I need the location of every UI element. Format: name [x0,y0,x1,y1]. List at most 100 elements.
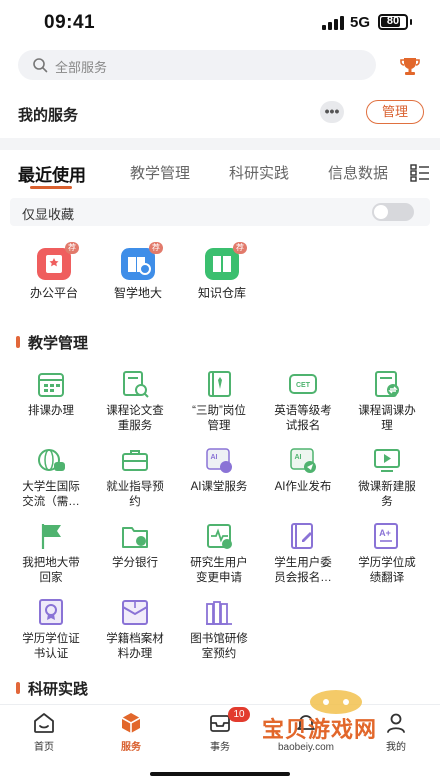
service-item[interactable]: 课程论文查 重服务 [94,368,176,444]
service-label-line: 理 [381,420,393,432]
recent-item-label: 办公平台 [29,286,78,300]
service-item[interactable]: A+ 学历学位成 绩翻译 [346,520,428,596]
archive-icon [122,600,148,625]
service-item[interactable]: 我把地大带 回家 [10,520,92,596]
service-label-line: 学生用户委 [274,557,332,569]
service-label-line: 约 [129,496,141,508]
nav-services[interactable]: 服务 [101,709,161,759]
battery-icon: 80 [378,14,408,30]
service-item[interactable]: AI AI课堂服务 [178,444,260,520]
service-item[interactable]: AI AI作业发布 [262,444,344,520]
nav-affairs[interactable]: 10 事务 [190,707,250,759]
service-item[interactable]: 大学生国际交流（需… [10,444,92,520]
service-item-label: 学生用户委员会报名… [264,556,342,586]
service-item-label: 排课办理 [12,404,90,419]
service-item[interactable]: 图书馆研修 室预约 [178,596,260,672]
svg-text:A+: A+ [379,528,391,538]
site-watermark: 宝贝游戏网 baobeiy.com [256,686,436,762]
service-item[interactable]: 研究生用户 变更申请 [178,520,260,596]
tie-book-icon [208,371,231,397]
service-label-line: 管理 [207,420,231,432]
service-label-line: 回家 [39,572,63,584]
status-time: 09:41 [44,12,96,33]
service-label-line: 研究生用户 [190,557,248,569]
service-item[interactable]: 学历学位证 书认证 [10,596,92,672]
search-icon [33,58,48,73]
service-item-label: 大学生国际交流（需… [12,480,90,510]
service-label-line: 学历学位证 [22,633,80,645]
tab-info-data[interactable]: 信息数据 [328,162,388,183]
grid-menu-icon[interactable] [410,164,430,182]
recent-item-knowledge[interactable]: 荐 知识仓库 [182,242,262,306]
signal-icon [322,16,344,30]
tab-recent[interactable]: 最近使用 [18,161,86,186]
service-label-line: 绩翻译 [369,572,405,584]
service-label-line: 图书馆研修 [190,633,248,645]
recent-item-smart-study[interactable]: 荐 智学地大 [98,242,178,306]
service-item-label: 课程调课办理 [348,404,426,434]
recommend-badge: 荐 [65,242,79,254]
nav-label: 事务 [210,742,230,753]
pulse-board-icon [207,524,232,549]
service-item[interactable]: 微课新建服务 [346,444,428,520]
service-item[interactable]: 学分银行 [94,520,176,596]
service-label-line: 英语等级考 [274,405,332,417]
favorites-toggle[interactable] [372,203,414,221]
edit-book-icon [291,523,313,549]
video-icon [374,449,400,472]
folder-icon [122,527,148,548]
service-item-label: 学历学位证 书认证 [12,632,90,662]
certificate-icon [39,599,63,625]
service-label-line: 学籍档案材 [106,633,164,645]
service-item-label: 学分银行 [96,556,174,571]
service-item[interactable]: CET 英语等级考 试报名 [262,368,344,444]
service-label-line: 交流（需… [22,496,80,508]
nav-home[interactable]: 首页 [14,709,74,759]
manage-button[interactable]: 管理 [366,100,424,124]
service-item[interactable]: 排课办理 [10,368,92,444]
notification-badge: 10 [228,707,250,722]
recent-item-office[interactable]: 荐 办公平台 [14,242,94,306]
service-label-line: 料办理 [117,648,153,660]
ai-send-icon: AI [290,448,316,473]
service-label-line: 课程调课办 [358,405,416,417]
home-indicator [150,772,290,776]
tab-research[interactable]: 科研实践 [229,162,289,183]
service-label-line: 学分银行 [112,557,158,569]
watermark-url: baobeiy.com [274,742,338,753]
service-item[interactable]: 学籍档案材 料办理 [94,596,176,672]
service-label-line: 我把地大带 [22,557,80,569]
document-search-icon [123,371,149,398]
ai-chat-icon: AI [206,448,232,473]
service-item-label: AI课堂服务 [180,480,258,495]
service-item-label: 微课新建服务 [348,480,426,510]
service-label-line: 变更申请 [196,572,242,584]
service-label-line: 课程论文查 [106,405,164,417]
service-label-line: 大学生国际 [22,481,80,493]
flag-icon [41,524,61,549]
service-label-line: 员会报名… [274,572,332,584]
nav-label: 首页 [34,742,54,753]
active-tab-indicator [30,186,72,189]
service-item-label: 学籍档案材 料办理 [96,632,174,662]
service-item[interactable]: 课程调课办理 [346,368,428,444]
toggle-knob [374,205,388,219]
nav-label: 服务 [121,742,141,753]
network-label: 5G [350,14,371,31]
cet-scroll-icon: CET [289,374,317,394]
watermark-title: 宝贝游戏网 [262,717,378,742]
more-button[interactable]: ••• [320,101,344,123]
trophy-icon[interactable] [398,54,422,78]
service-item[interactable]: 就业指导预约 [94,444,176,520]
recommend-badge: 荐 [233,242,247,254]
recent-item-label: 智学地大 [113,286,162,300]
tab-teaching[interactable]: 教学管理 [130,162,190,183]
calendar-icon [38,373,64,397]
service-label-line: 就业指导预 [106,481,164,493]
service-item[interactable]: 学生用户委员会报名… [262,520,344,596]
service-item-label: 学历学位成 绩翻译 [348,556,426,586]
service-label-line: 微课新建服 [358,481,416,493]
search-input[interactable]: 全部服务 [18,50,376,80]
service-item[interactable]: “三助”岗位 管理 [178,368,260,444]
favorites-filter-row: 仅显收藏 [10,198,430,226]
